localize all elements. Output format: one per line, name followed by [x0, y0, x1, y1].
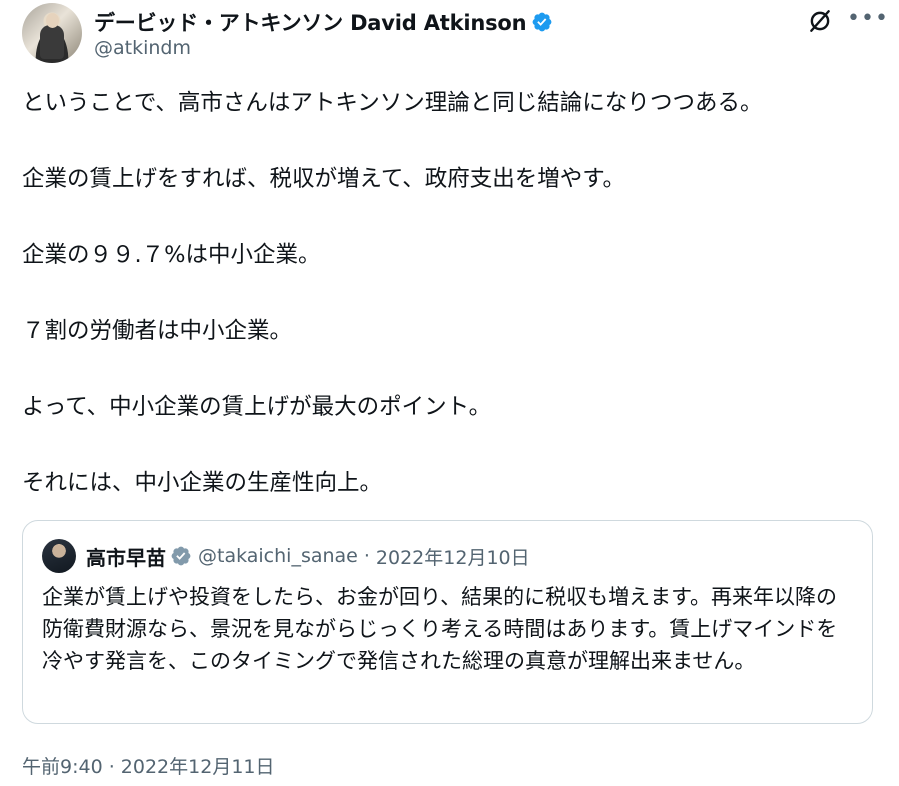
tweet-timestamp[interactable]: 午前9:40 · 2022年12月11日 [22, 752, 275, 779]
quoted-author-display-name[interactable]: 高市早苗 [86, 542, 166, 571]
tweet-header: デービッド・アトキンソン David Atkinson @atkindm ••• [22, 3, 888, 65]
tweet-paragraph: ということで、高市さんはアトキンソン理論と同じ結論になりつつある。 [22, 90, 763, 116]
quoted-author-handle[interactable]: @takaichi_sanae [198, 545, 358, 567]
tweet-paragraph: よって、中小企業の賃上げが最大のポイント。 [22, 394, 492, 420]
quoted-author-avatar[interactable] [42, 539, 76, 573]
quoted-tweet[interactable]: 高市早苗 @takaichi_sanae · 2022年12月10日 企業が賃上… [22, 520, 873, 724]
verified-badge-icon [533, 12, 552, 32]
tweet-paragraph: 企業の９９.７%は中小企業。 [22, 242, 321, 268]
tweet-paragraph: ７割の労働者は中小企業。 [22, 318, 293, 344]
tweet-paragraph: 企業の賃上げをすれば、税収が増えて、政府支出を増やす。 [22, 166, 626, 192]
author-handle[interactable]: @atkindm [94, 37, 191, 59]
grok-icon[interactable] [807, 8, 833, 34]
author-avatar[interactable] [22, 3, 82, 63]
quoted-tweet-header: 高市早苗 @takaichi_sanae · 2022年12月10日 [42, 539, 530, 573]
author-name-row: デービッド・アトキンソン David Atkinson [94, 7, 553, 37]
quoted-tweet-date[interactable]: 2022年12月10日 [376, 543, 530, 570]
tweet-paragraph: それには、中小企業の生産性向上。 [22, 470, 383, 496]
author-display-name[interactable]: デービッド・アトキンソン David Atkinson [94, 7, 527, 37]
tweet-text: ということで、高市さんはアトキンソン理論と同じ結論になりつつある。 企業の賃上げ… [22, 86, 882, 542]
separator-dot: · [363, 545, 370, 567]
verified-badge-icon [171, 546, 191, 566]
quoted-tweet-text: 企業が賃上げや投資をしたら、お金が回り、結果的に税収も増えます。再来年以降の防衛… [42, 585, 838, 673]
more-icon[interactable]: ••• [847, 6, 889, 32]
